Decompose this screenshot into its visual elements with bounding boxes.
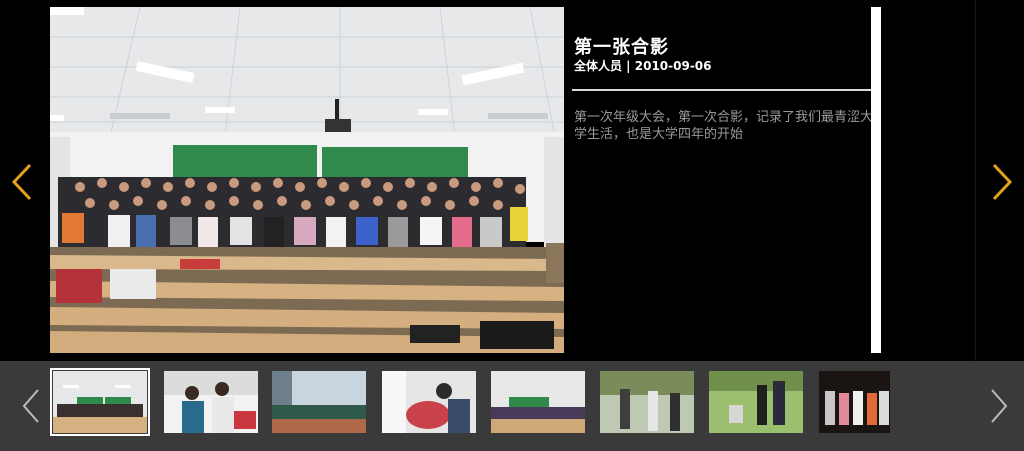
chevron-left-icon [22, 389, 39, 423]
chevron-right-icon [991, 389, 1008, 423]
thumbnail-8[interactable] [819, 371, 890, 433]
thumbnail-4[interactable] [382, 371, 476, 433]
thumbnail-3[interactable] [272, 371, 366, 433]
chevron-right-icon [992, 163, 1013, 201]
main-photo [50, 7, 564, 353]
chevron-left-icon [11, 163, 32, 201]
photo-meta: 全体人员 | 2010-09-06 [574, 59, 712, 73]
thumbnail-1[interactable] [50, 368, 150, 436]
photo-viewer: 第一张合影 全体人员 | 2010-09-06 第一次年级大会，第一次合影，记录… [0, 0, 1024, 361]
caption-scrollbar[interactable] [871, 7, 881, 353]
photo-title: 第一张合影 [574, 37, 669, 58]
caption-panel: 第一张合影 全体人员 | 2010-09-06 第一次年级大会，第一次合影，记录… [564, 7, 881, 353]
next-photo-button[interactable] [990, 162, 1014, 202]
thumbnail-strip [0, 361, 1024, 451]
thumbnail-2[interactable] [164, 371, 258, 433]
thumbnail-6[interactable] [600, 371, 694, 433]
previous-photo-button[interactable] [10, 162, 34, 202]
thumbnail-5[interactable] [491, 371, 585, 433]
photo-description: 第一次年级大会，第一次合影，记录了我们最青涩大学生活，也是大学四年的开始 [574, 110, 874, 142]
thumbnails-next-button[interactable] [988, 388, 1010, 424]
caption-divider [572, 89, 880, 91]
thumbnails-previous-button[interactable] [20, 388, 42, 424]
thumbnail-7[interactable] [709, 371, 803, 433]
